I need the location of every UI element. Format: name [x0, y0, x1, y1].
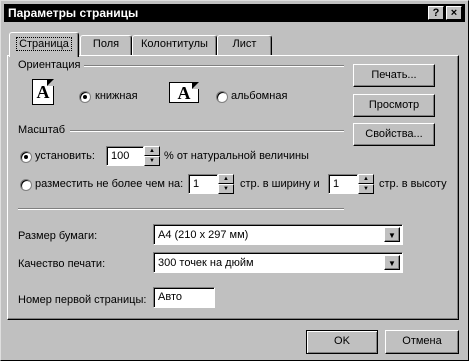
scale-percent-input[interactable]: 100	[106, 146, 144, 166]
print-button[interactable]: Печать...	[353, 64, 435, 87]
properties-button[interactable]: Свойства...	[353, 123, 435, 146]
fit-to-radio[interactable]	[20, 179, 32, 191]
spin-up-icon[interactable]: ▲	[358, 174, 374, 184]
page-setup-dialog: Параметры страницы ? × Страница Поля Кол…	[0, 0, 469, 361]
fit-wide-suffix-label: стр. в ширину и	[240, 178, 320, 190]
tab-page-label: Страница	[16, 37, 72, 51]
portrait-radio[interactable]	[79, 91, 91, 103]
close-button[interactable]: ×	[446, 6, 462, 20]
first-page-number-input[interactable]: Авто	[153, 287, 215, 308]
spin-down-icon[interactable]: ▼	[358, 184, 374, 194]
scale-bottom-separator	[18, 208, 344, 210]
tab-header-footer[interactable]: Колонтитулы	[132, 35, 217, 55]
adjust-to-radio[interactable]	[20, 151, 32, 163]
landscape-label[interactable]: альбомная	[231, 90, 287, 102]
spin-down-icon[interactable]: ▼	[144, 156, 160, 166]
portrait-label-text: книжная	[95, 90, 138, 102]
cancel-button[interactable]: Отмена	[385, 330, 459, 354]
landscape-radio[interactable]	[216, 91, 228, 103]
fit-to-label[interactable]: разместить не более чем на:	[35, 178, 183, 190]
paper-size-select[interactable]: A4 (210 x 297 мм) ▼	[153, 224, 403, 245]
fit-pages-tall-spinner[interactable]: ▲ ▼	[358, 174, 374, 194]
portrait-label[interactable]: книжная	[95, 90, 138, 102]
spin-down-icon[interactable]: ▼	[218, 184, 234, 194]
spin-up-icon[interactable]: ▲	[144, 146, 160, 156]
fit-pages-tall-input[interactable]: 1	[328, 174, 358, 194]
tab-panel-page: Ориентация A книжная A альбомная Печать.…	[7, 55, 459, 320]
tab-margins[interactable]: Поля	[80, 35, 132, 55]
tab-header-footer-label: Колонтитулы	[141, 38, 208, 50]
adjust-to-label[interactable]: установить:	[35, 150, 95, 162]
paper-size-label: Размер бумаги:	[18, 230, 98, 242]
orientation-group-label: Ориентация	[18, 59, 81, 71]
adjust-suffix-label: % от натуральной величины	[164, 150, 309, 162]
chevron-down-icon[interactable]: ▼	[384, 227, 400, 242]
chevron-down-icon[interactable]: ▼	[384, 255, 400, 270]
dialog-title: Параметры страницы	[8, 6, 139, 20]
scale-separator	[70, 130, 344, 132]
fit-pages-wide-input[interactable]: 1	[188, 174, 218, 194]
fit-tall-suffix-label: стр. в высоту	[379, 178, 447, 190]
title-bar: Параметры страницы ? ×	[4, 4, 465, 22]
print-quality-select[interactable]: 300 точек на дюйм ▼	[153, 252, 403, 273]
first-page-number-label: Номер первой страницы:	[18, 294, 147, 306]
print-quality-value: 300 точек на дюйм	[158, 257, 254, 269]
landscape-page-icon: A	[169, 82, 199, 103]
paper-size-value: A4 (210 x 297 мм)	[158, 229, 249, 241]
tab-page[interactable]: Страница	[9, 32, 79, 57]
landscape-icon-letter: A	[177, 83, 191, 103]
spin-up-icon[interactable]: ▲	[218, 174, 234, 184]
scale-group-label: Масштаб	[18, 124, 66, 136]
ok-button[interactable]: OK	[306, 330, 378, 354]
tab-sheet[interactable]: Лист	[217, 35, 272, 55]
scale-percent-spinner[interactable]: ▲ ▼	[144, 146, 160, 166]
print-preview-button[interactable]: Просмотр	[353, 94, 435, 117]
help-button[interactable]: ?	[428, 6, 444, 20]
tab-margins-label: Поля	[92, 38, 120, 50]
portrait-page-icon: A	[32, 79, 54, 105]
orientation-separator	[84, 65, 344, 67]
tab-sheet-label: Лист	[232, 38, 257, 50]
print-quality-label: Качество печати:	[18, 258, 106, 270]
fit-pages-wide-spinner[interactable]: ▲ ▼	[218, 174, 234, 194]
